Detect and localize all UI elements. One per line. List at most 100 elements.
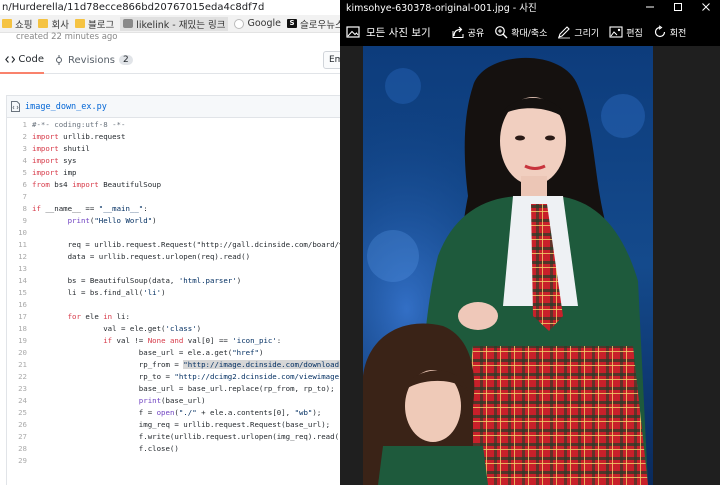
bookmark-shopping[interactable]: 쇼핑 [2, 17, 32, 31]
file-header: image_down_ex.py [7, 96, 340, 118]
minimize-icon [646, 6, 654, 8]
code-line: 13 [7, 262, 340, 274]
line-number: 17 [18, 311, 27, 321]
line-number: 26 [18, 419, 27, 429]
bookmark-blog[interactable]: 블로그 [74, 17, 115, 31]
revisions-count-badge: 2 [119, 55, 133, 65]
bookmark-label: 쇼핑 [15, 19, 33, 31]
folder-icon [2, 19, 12, 28]
line-number: 22 [18, 371, 27, 381]
displayed-photo[interactable] [363, 46, 653, 485]
code-line: 3 import shutil [7, 142, 340, 154]
folder-icon [74, 19, 85, 28]
code-line: 20 base_url = ele.a.get("href") [7, 346, 340, 358]
bookmark-google[interactable]: Google [234, 18, 281, 29]
line-number: 1 [22, 119, 27, 129]
pen-icon [558, 26, 571, 39]
line-number: 23 [18, 383, 27, 393]
embed-button[interactable]: Em [323, 51, 340, 69]
folder-icon [38, 19, 49, 28]
line-number: 4 [22, 155, 27, 165]
code-line: 9 print("Hello World") [7, 214, 340, 226]
code-line: 26 img_req = urllib.request.Request(base… [7, 418, 340, 430]
code-text: val = ele.get('class') [32, 323, 202, 333]
line-number: 15 [18, 287, 27, 297]
code-line: 8 if __name__ == "__main__": [7, 202, 340, 214]
tab-code[interactable]: Code [0, 46, 44, 74]
code-line: 6 from bs4 import BeautifulSoup [7, 178, 340, 190]
code-line: 5 import imp [7, 166, 340, 178]
code-line: 19 if val != None and val[0] == 'icon_pi… [7, 334, 340, 346]
address-bar[interactable]: n/Hurderella/11d78ecce866bd20767015eda4c… [0, 0, 340, 15]
line-number: 12 [18, 251, 27, 261]
code-line: 1 #-*- coding:utf-8 -*- [7, 118, 340, 130]
close-button[interactable] [692, 0, 720, 18]
line-number: 29 [18, 455, 27, 465]
rotate-icon [654, 25, 665, 38]
edit-button[interactable]: 편집 [604, 18, 648, 46]
code-text: from bs4 import BeautifulSoup [32, 179, 162, 189]
code-text: bs = BeautifulSoup(data, 'html.parser') [32, 275, 242, 285]
code-text: rp_from = "http://image.dcinside.com/dow… [27, 359, 340, 369]
bookmarks-bar: 쇼핑 회사 블로그 likelink - 재밌는 링크 Google S 슬로우… [0, 15, 340, 33]
line-number: 5 [22, 167, 27, 177]
edit-icon [609, 26, 623, 38]
news-icon: S [287, 19, 297, 28]
share-icon [452, 26, 464, 38]
bookmark-likelink[interactable]: likelink - 재밌는 링크 [120, 16, 229, 31]
zoom-button[interactable]: 확대/축소 [489, 18, 552, 46]
photo-illustration [363, 46, 653, 485]
bookmark-label: likelink - 재밌는 링크 [136, 19, 226, 31]
tab-revisions[interactable]: Revisions 2 [54, 46, 133, 74]
code-text: req = urllib.request.Request("http://gal… [67, 239, 340, 249]
code-line: 21 rp_from = "http://image.dcinside.com/… [7, 358, 340, 370]
code-line: 4 import sys [7, 154, 340, 166]
code-line: 22 rp_to = "http://dcimg2.dcinside.com/v… [7, 370, 340, 382]
bookmark-company[interactable]: 회사 [38, 17, 69, 31]
bookmark-label: 회사 [51, 19, 69, 31]
code-line: 29 [7, 454, 340, 466]
code-line: 28 f.close() [7, 442, 340, 454]
rotate-button[interactable]: 회전 [648, 18, 692, 46]
line-number: 11 [18, 239, 27, 249]
code-line: 12 data = urllib.request.urlopen(req).re… [7, 250, 340, 262]
code-line: 27 f.write(urllib.request.urlopen(img_re… [7, 430, 340, 442]
code-line: 14 bs = BeautifulSoup(data, 'html.parser… [7, 274, 340, 286]
code-text: if __name__ == "__main__": [32, 203, 148, 213]
code-text: f = open("./" + ele.a.contents[0], "wb")… [32, 407, 322, 417]
share-button[interactable]: 공유 [446, 18, 490, 46]
code-text: #-*- coding:utf-8 -*- [32, 119, 126, 129]
file-name-link[interactable]: image_down_ex.py [25, 102, 107, 112]
bookmark-slownews[interactable]: S 슬로우뉴스 [287, 17, 340, 31]
code-text: data = urllib.request.urlopen(req).read(… [32, 251, 251, 261]
line-number: 20 [18, 347, 27, 357]
line-number: 27 [18, 431, 27, 441]
bookmark-label: 블로그 [87, 19, 115, 31]
edit-label: 편집 [626, 28, 643, 39]
draw-button[interactable]: 그리기 [552, 18, 604, 46]
code-text: print(base_url) [138, 395, 206, 405]
revisions-icon [56, 55, 62, 65]
line-number: 24 [18, 395, 27, 405]
line-number: 16 [18, 299, 27, 309]
minimize-button[interactable] [636, 0, 664, 18]
gist-tabs: Code Revisions 2 [0, 46, 340, 74]
code-line: 24 print(base_url) [7, 394, 340, 406]
created-timestamp: created 22 minutes ago [16, 32, 118, 42]
code-line: 23 base_url = base_url.replace(rp_from, … [7, 382, 340, 394]
page-icon [123, 19, 134, 28]
code-line: 18 val = ele.get('class') [7, 322, 340, 334]
all-photos-button[interactable]: 모든 사진 보기 [340, 18, 436, 46]
draw-label: 그리기 [574, 28, 600, 39]
code-view: 1 #-*- coding:utf-8 -*- 2 import urllib.req… [7, 118, 340, 466]
maximize-button[interactable] [664, 0, 692, 18]
code-line: 15 li = bs.find_all('li') [7, 286, 340, 298]
bookmark-label: Google [247, 18, 281, 29]
tab-revisions-label: Revisions [68, 54, 116, 66]
code-icon [5, 55, 16, 63]
file-container: image_down_ex.py 1 #-*- coding:utf-8 -*- 2… [6, 95, 340, 485]
code-text: f.close() [32, 443, 179, 453]
line-number: 8 [22, 203, 27, 213]
code-line: 11 req = urllib.request.Request("http://… [7, 238, 340, 250]
code-text: import shutil [32, 143, 90, 153]
